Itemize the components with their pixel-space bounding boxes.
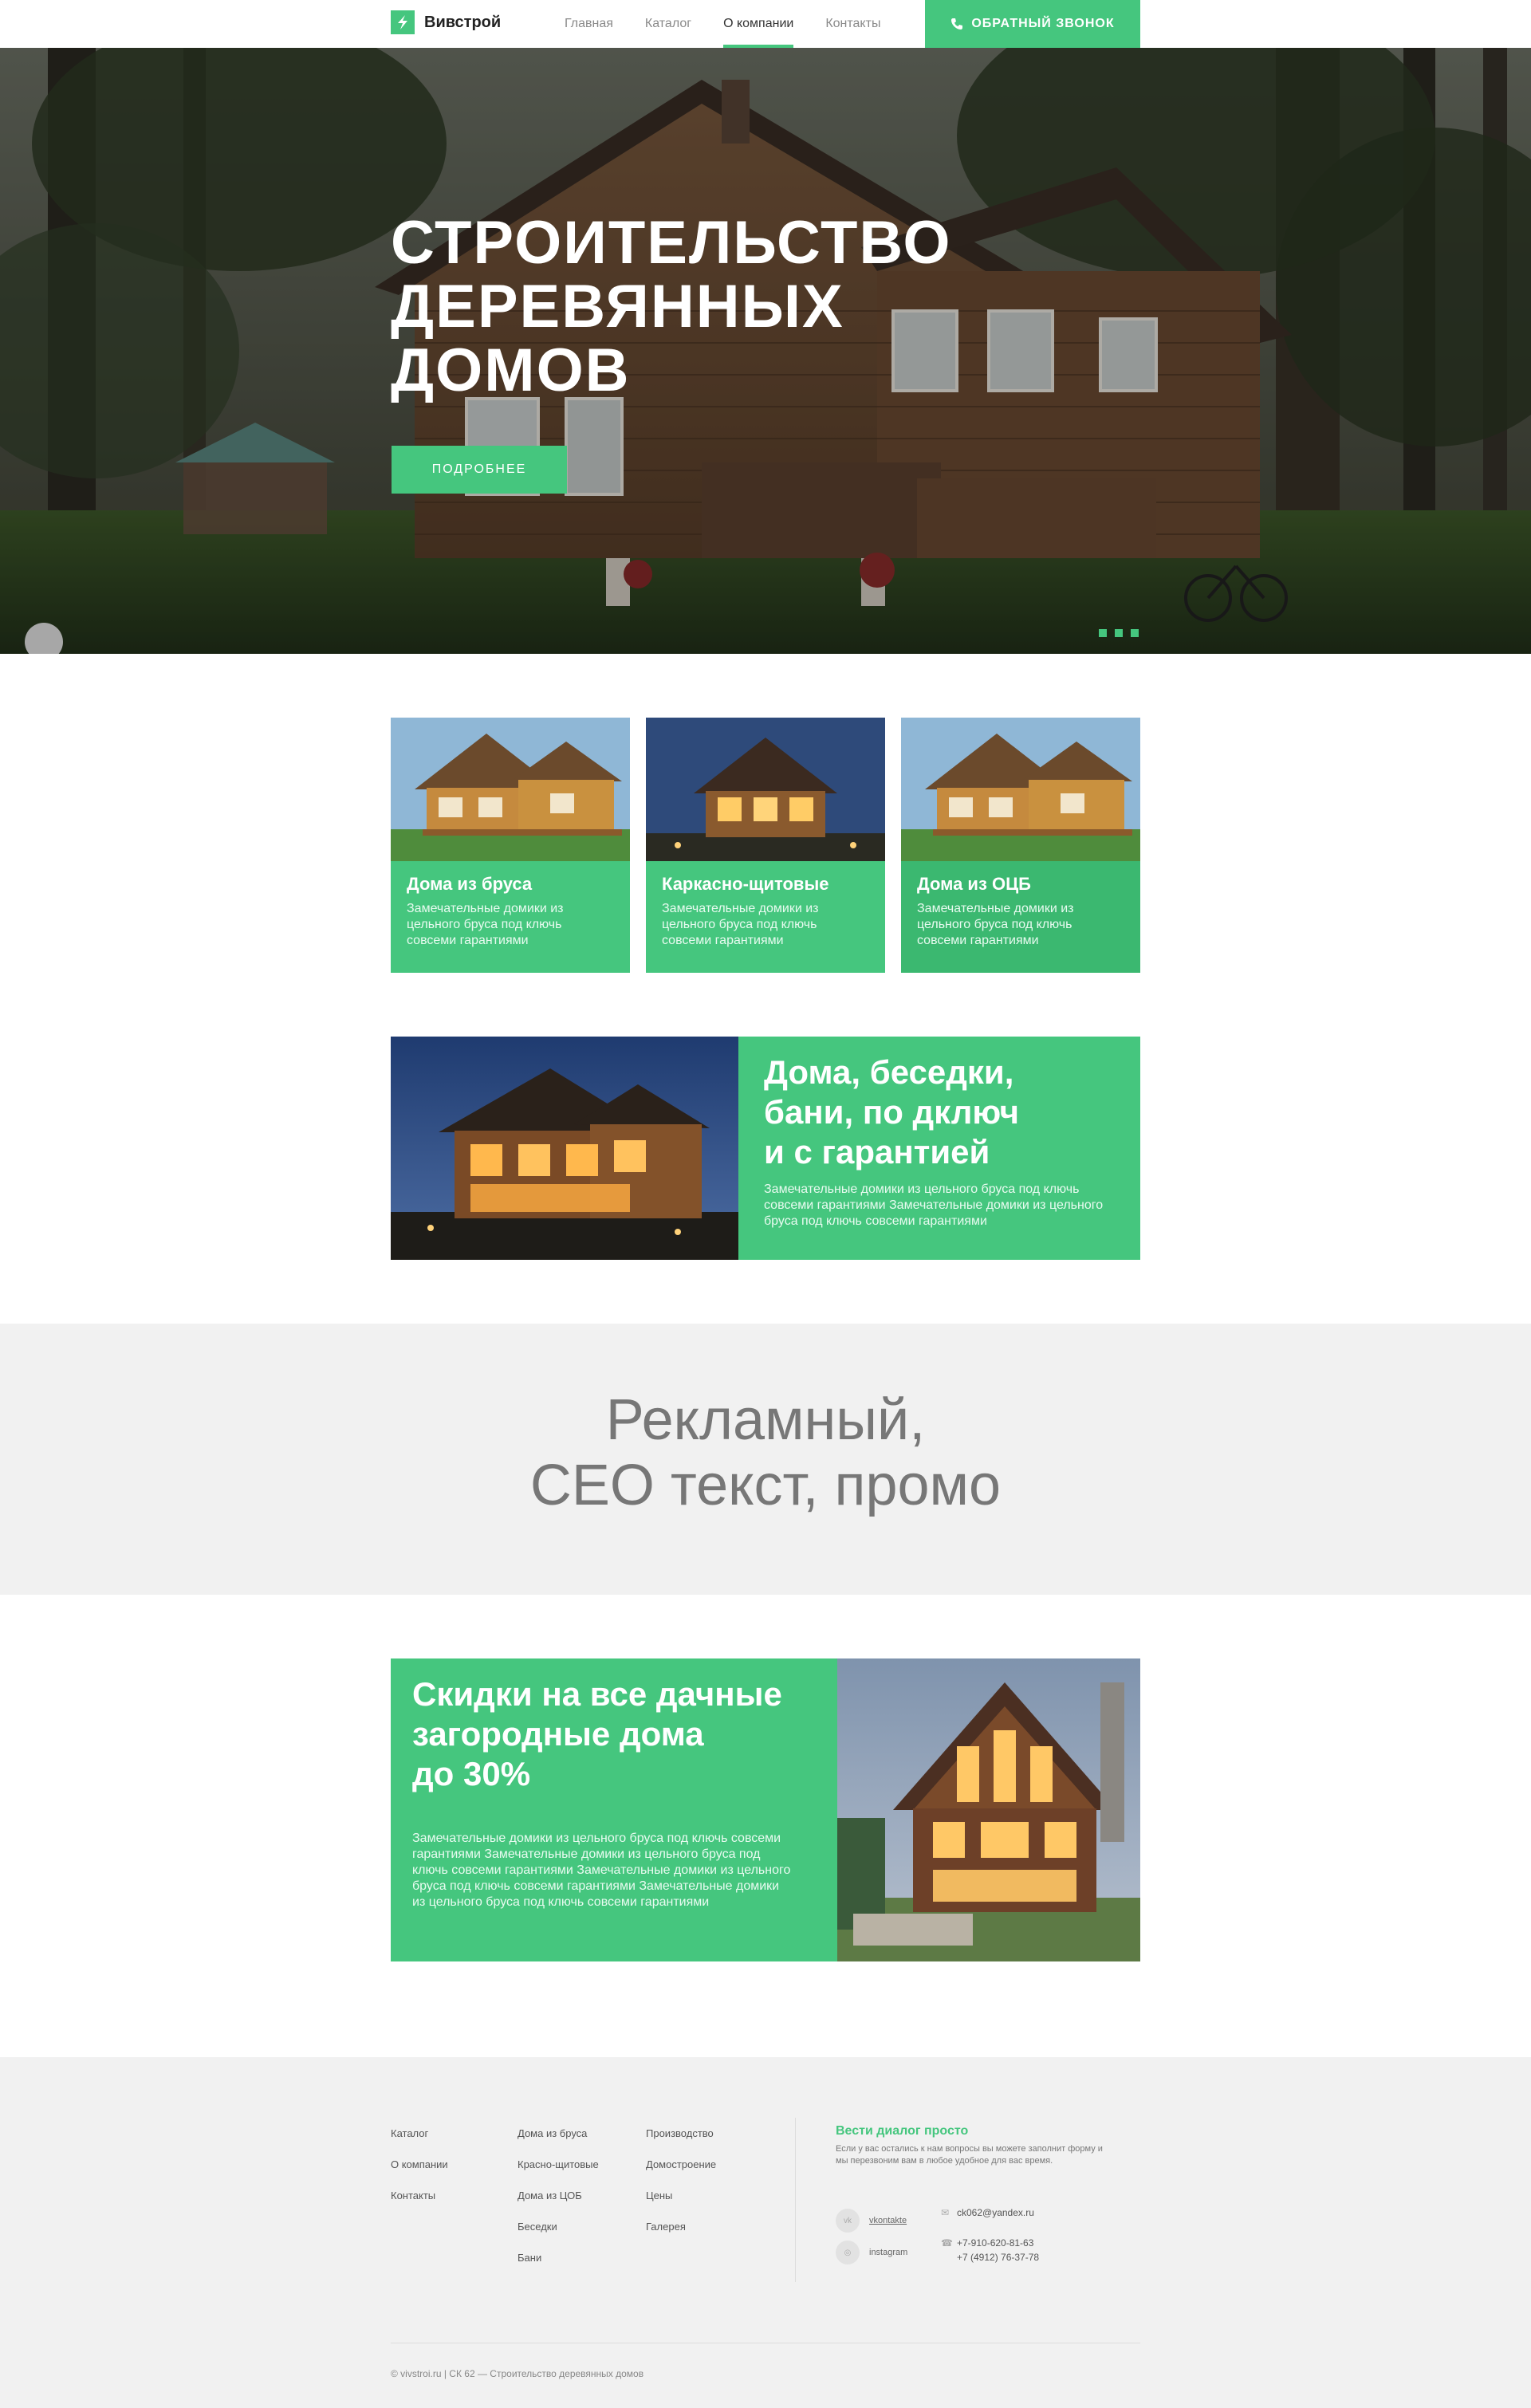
hero-title-line: ДЕРЕВЯННЫХ [391, 273, 844, 340]
seo-section: Рекламный, СЕО текст, промо [0, 1324, 1531, 1595]
card-timber-houses[interactable]: Дома из бруса Замечательные домики из це… [391, 718, 630, 973]
main-nav: Главная Каталог О компании Контакты [565, 0, 912, 48]
slider-dot-1[interactable] [1099, 629, 1107, 637]
footer-link[interactable]: Производство [646, 2127, 716, 2143]
hero-banner: СТРОИТЕЛЬСТВО ДЕРЕВЯННЫХ ДОМОВ ПОДРОБНЕЕ [0, 48, 1531, 654]
sale-title-line: загородные дома [412, 1715, 704, 1753]
card-image [646, 718, 885, 861]
nav-item-about[interactable]: О компании [723, 0, 794, 48]
contact-title: Вести диалог просто [836, 2124, 969, 2138]
footer-divider [795, 2118, 796, 2282]
email-text: ck062@yandex.ru [957, 2207, 1034, 2218]
mail-icon: ✉ [941, 2207, 950, 2218]
sale-image [837, 1658, 1140, 1961]
phone-number[interactable]: +7 (4912) 76-37-78 [957, 2252, 1039, 2263]
footer-link[interactable]: Галерея [646, 2221, 716, 2237]
seo-text: Рекламный, СЕО текст, промо [0, 1387, 1531, 1518]
callback-button[interactable]: ОБРАТНЫЙ ЗВОНОК [925, 0, 1140, 48]
logo-icon [391, 10, 415, 34]
social-label: vkontakte [869, 2216, 907, 2225]
footer-link[interactable]: Дома из ЦОБ [518, 2190, 599, 2205]
vk-icon: vk [836, 2209, 860, 2233]
footer-col-3: Производство Домостроение Цены Галерея [646, 2127, 716, 2252]
category-cards: Дома из бруса Замечательные домики из це… [391, 718, 1140, 973]
sale-block: Скидки на все дачные загородные дома до … [391, 1658, 1140, 1961]
card-image [901, 718, 1140, 861]
footer-col-1: Каталог О компании Контакты [391, 2127, 448, 2221]
card-desc: Замечательные домики из цельного бруса п… [662, 902, 819, 947]
sale-content: Скидки на все дачные загородные дома до … [391, 1658, 837, 1961]
card-ocb-houses[interactable]: Дома из ОЦБ Замечательные домики из цель… [901, 718, 1140, 973]
instagram-icon: ◎ [836, 2241, 860, 2264]
slider-dot-3[interactable] [1131, 629, 1139, 637]
sale-title-line: до 30% [412, 1755, 531, 1792]
footer-link[interactable]: Дома из бруса [518, 2127, 599, 2143]
promo-desc: Замечательные домики из цельного бруса п… [764, 1182, 1104, 1228]
card-title: Дома из ОЦБ [917, 874, 1031, 894]
site-header: Вивстрой Главная Каталог О компании Конт… [0, 0, 1531, 48]
seo-line: Рекламный, [605, 1388, 926, 1452]
sale-title-line: Скидки на все дачные [412, 1675, 782, 1713]
hero-title: СТРОИТЕЛЬСТВО ДЕРЕВЯННЫХ ДОМОВ [391, 211, 1029, 403]
logo[interactable]: Вивстрой [391, 10, 501, 34]
seo-line: СЕО текст, промо [529, 1454, 1002, 1517]
promo-image [391, 1037, 738, 1260]
slider-dot-2[interactable] [1115, 629, 1123, 637]
nav-item-catalog[interactable]: Каталог [645, 0, 691, 48]
footer-link[interactable]: Домостроение [646, 2158, 716, 2174]
footer-link[interactable]: Беседки [518, 2221, 599, 2237]
sale-title: Скидки на все дачные загородные дома до … [412, 1674, 782, 1794]
footer-link[interactable]: Контакты [391, 2190, 448, 2205]
promo-title-line: Дома, беседки, [764, 1053, 1014, 1091]
contact-email[interactable]: ✉ ck062@yandex.ru [941, 2207, 1034, 2218]
logo-text: Вивстрой [424, 13, 502, 31]
card-title: Дома из бруса [407, 874, 533, 894]
promo-title-line: и с гарантией [764, 1133, 990, 1171]
contact-desc: Если у вас остались к нам вопросы вы мож… [836, 2144, 1103, 2166]
footer-link[interactable]: Бани [518, 2252, 599, 2268]
phone-number[interactable]: +7-910-620-81-63 [957, 2237, 1039, 2249]
more-button[interactable]: ПОДРОБНЕЕ [392, 446, 567, 494]
promo-title: Дома, беседки, бани, по дключ и с гарант… [764, 1053, 1019, 1172]
hero-title-line: СТРОИТЕЛЬСТВО [391, 209, 952, 277]
slider-dots [1099, 629, 1147, 637]
copyright: © vivstroi.ru | СК 62 — Строительство де… [391, 2368, 644, 2379]
phone-icon [951, 18, 963, 30]
promo-block: Дома, беседки, бани, по дключ и с гарант… [391, 1037, 1140, 1260]
promo-title-line: бани, по дключ [764, 1093, 1020, 1131]
footer-link[interactable]: Каталог [391, 2127, 448, 2143]
phone-icon: ☎ [941, 2237, 953, 2249]
card-frame-houses[interactable]: Каркасно-щитовые Замечательные домики из… [646, 718, 885, 973]
site-footer: Каталог О компании Контакты Дома из брус… [0, 2057, 1531, 2408]
footer-col-2: Дома из бруса Красно-щитовые Дома из ЦОБ… [518, 2127, 599, 2283]
nav-item-home[interactable]: Главная [565, 0, 613, 48]
footer-link[interactable]: Цены [646, 2190, 716, 2205]
contact-phones: ☎ +7-910-620-81-63 +7 (4912) 76-37-78 [941, 2237, 1039, 2263]
card-title: Каркасно-щитовые [662, 874, 829, 894]
footer-link[interactable]: Красно-щитовые [518, 2158, 599, 2174]
card-image [391, 718, 630, 861]
social-vk[interactable]: vk vkontakte [836, 2209, 907, 2233]
nav-item-contacts[interactable]: Контакты [825, 0, 880, 48]
footer-link[interactable]: О компании [391, 2158, 448, 2174]
social-label: instagram [869, 2248, 908, 2257]
social-instagram[interactable]: ◎ instagram [836, 2241, 907, 2264]
card-desc: Замечательные домики из цельного бруса п… [407, 902, 564, 947]
promo-content: Дома, беседки, бани, по дключ и с гарант… [738, 1037, 1140, 1260]
callback-label: ОБРАТНЫЙ ЗВОНОК [971, 17, 1115, 30]
card-desc: Замечательные домики из цельного бруса п… [917, 902, 1074, 947]
sale-desc: Замечательные домики из цельного бруса п… [412, 1832, 791, 1909]
hero-title-line: ДОМОВ [391, 336, 631, 404]
